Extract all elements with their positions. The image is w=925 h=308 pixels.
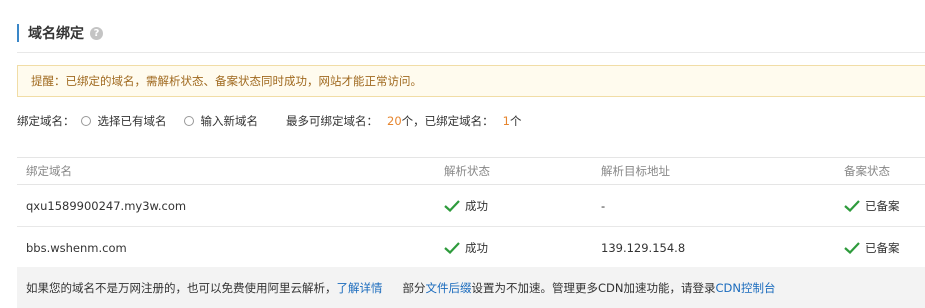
learn-more-link[interactable]: 了解详情 — [337, 280, 383, 296]
max-domains-unit: 个，已绑定域名： — [401, 114, 494, 128]
section-title-text: 域名绑定 — [28, 26, 84, 42]
table-row: qxu1589900247.my3w.com 成功 - 已备案 — [17, 185, 925, 227]
row-domain: qxu1589900247.my3w.com — [26, 198, 187, 213]
section-title: 域名绑定 ? — [17, 24, 103, 42]
row-target: - — [601, 198, 606, 213]
notice-banner: 提醒：已绑定的域名，需解析状态、备案状态同时成功，网站才能正常访问。 — [17, 65, 925, 97]
icp-status-text: 已备案 — [865, 198, 900, 213]
row-icp-status: 已备案 — [844, 185, 900, 226]
cdn-console-link[interactable]: CDN控制台 — [716, 280, 776, 296]
icp-status-text: 已备案 — [865, 240, 900, 255]
bind-domain-row: 绑定域名： 选择已有域名 输入新域名 最多可绑定域名： 20 个，已绑定域名： … — [17, 113, 521, 129]
check-icon — [444, 241, 460, 254]
row-target: 139.129.154.8 — [601, 240, 686, 255]
bound-domains-value: 1 — [502, 114, 510, 128]
bind-domain-label: 绑定域名： — [17, 114, 75, 128]
footer-info: 如果您的域名不是万网注册的，也可以免费使用阿里云解析， 了解详情 部分 文件后缀… — [17, 267, 925, 308]
check-icon — [444, 199, 460, 212]
table-row: bbs.wshenm.com 成功 139.129.154.8 已备案 — [17, 227, 925, 269]
bound-domains-unit: 个 — [509, 114, 522, 128]
select-existing-domain-option[interactable]: 选择已有域名 — [80, 113, 167, 129]
row-domain: bbs.wshenm.com — [26, 240, 127, 255]
max-domains-value: 20 — [387, 114, 402, 128]
dns-status-text: 成功 — [465, 240, 488, 255]
table-header: 绑定域名 解析状态 解析目标地址 备案状态 — [17, 157, 925, 185]
check-icon — [844, 199, 860, 212]
max-domains-label: 最多可绑定域名： — [286, 114, 378, 128]
file-suffix-link[interactable]: 文件后缀 — [426, 280, 472, 296]
header-target: 解析目标地址 — [601, 164, 670, 178]
input-new-domain-label: 输入新域名 — [200, 114, 259, 128]
notice-text: 提醒：已绑定的域名，需解析状态、备案状态同时成功，网站才能正常访问。 — [31, 74, 422, 88]
header-icp-status: 备案状态 — [844, 164, 890, 178]
dns-status-text: 成功 — [465, 198, 488, 213]
header-dns-status: 解析状态 — [444, 164, 490, 178]
row-dns-status: 成功 — [444, 185, 488, 226]
radio-icon[interactable] — [183, 116, 194, 126]
footer-text-2: 部分 — [402, 280, 426, 295]
header-domain: 绑定域名 — [26, 164, 72, 178]
check-icon — [844, 241, 860, 254]
divider — [17, 52, 925, 53]
row-dns-status: 成功 — [444, 227, 488, 268]
domain-table: 绑定域名 解析状态 解析目标地址 备案状态 qxu1589900247.my3w… — [17, 157, 925, 269]
select-existing-domain-label: 选择已有域名 — [97, 114, 167, 128]
domain-limit-info: 最多可绑定域名： 20 个，已绑定域名： 1 个 — [286, 113, 521, 129]
footer-text-3: 设置为不加速。管理更多CDN加速功能，请登录 — [471, 280, 716, 295]
input-new-domain-option[interactable]: 输入新域名 — [183, 113, 259, 129]
help-icon[interactable]: ? — [90, 26, 103, 40]
radio-icon[interactable] — [80, 116, 91, 126]
row-icp-status: 已备案 — [844, 227, 900, 268]
footer-text-1: 如果您的域名不是万网注册的，也可以免费使用阿里云解析， — [26, 280, 337, 295]
